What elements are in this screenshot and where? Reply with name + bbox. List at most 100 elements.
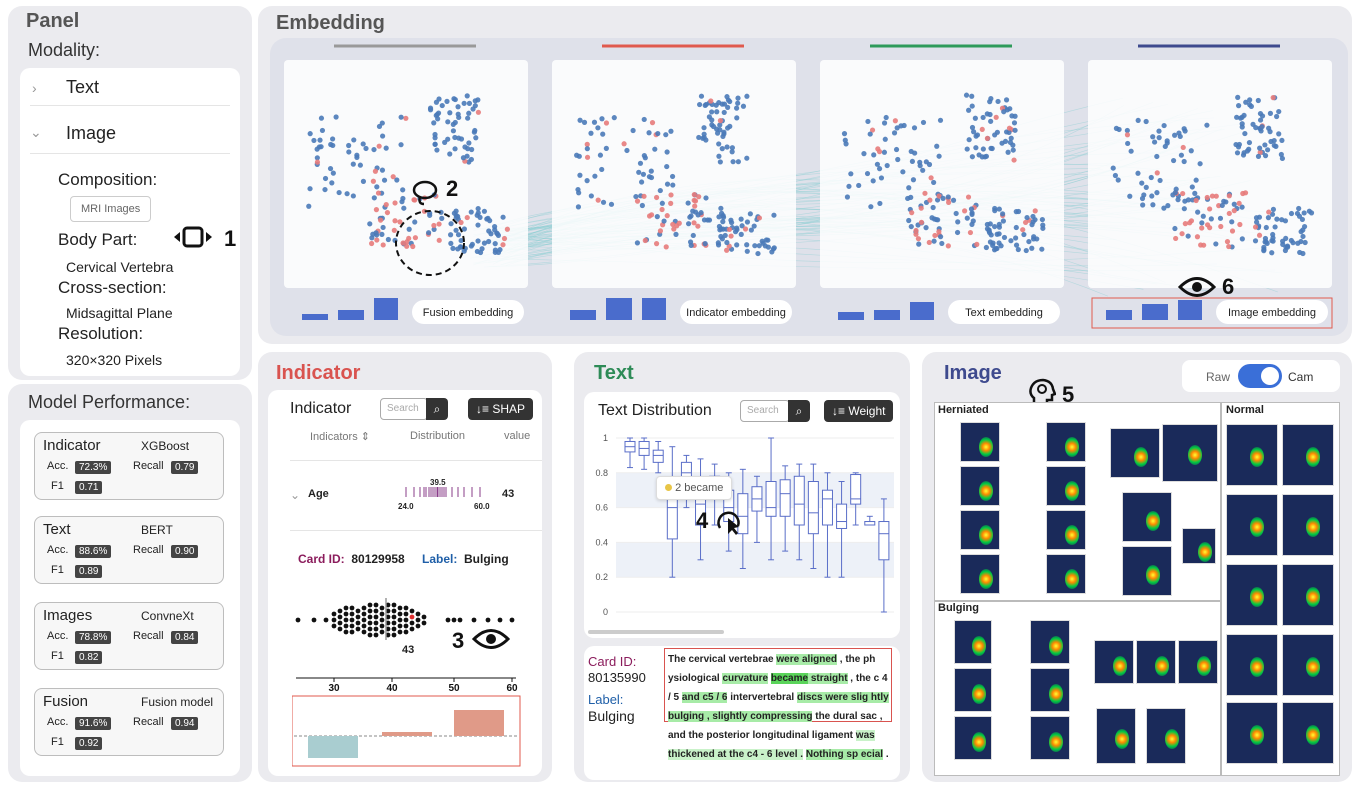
mri-thumbnail[interactable] (954, 668, 992, 712)
scrollbar[interactable] (588, 630, 724, 634)
text-search-button[interactable]: ⌕ (788, 400, 810, 422)
cam-heatmap (979, 525, 993, 545)
search-icon: ⌕ (795, 404, 803, 418)
raw-cam-toggle[interactable] (1238, 364, 1282, 388)
search-icon: ⌕ (433, 402, 441, 416)
indicator-row-age[interactable]: ⌄ Age 39.5 24.0 60.0 43 (290, 472, 542, 522)
highlighted-token[interactable]: curvature (722, 673, 769, 684)
recall-badge: 0.79 (171, 461, 199, 474)
boxplot-box[interactable] (878, 498, 890, 613)
distribution-ticks (405, 487, 481, 497)
card-id: Card ID: 80129958 (298, 552, 405, 566)
recall-label: Recall (133, 460, 164, 472)
boxplot-box[interactable] (624, 437, 636, 469)
eye-icon (472, 629, 510, 649)
distribution-min: 24.0 (398, 502, 414, 511)
recall-label: Recall (133, 544, 164, 556)
toggle-knob (1261, 367, 1279, 385)
embedding-title: Embedding (276, 12, 385, 34)
boxplot-box[interactable] (864, 515, 876, 526)
performance-card-indicator[interactable]: Indicator XGBoost Acc. 72.3% Recall 0.79… (34, 432, 224, 500)
resolution-value: 320×320 Pixels (66, 352, 163, 368)
cam-heatmap (1115, 728, 1129, 749)
mri-thumbnail[interactable] (1282, 634, 1334, 696)
cam-heatmap (1306, 656, 1321, 677)
mri-thumbnail[interactable] (1282, 702, 1334, 764)
mri-thumbnail[interactable] (1226, 494, 1278, 556)
body-part-value: Cervical Vertebra (66, 259, 174, 275)
mri-thumbnail[interactable] (1226, 424, 1278, 486)
mri-thumbnail[interactable] (1136, 640, 1176, 684)
mri-thumbnail[interactable] (960, 422, 1000, 462)
mri-thumbnail[interactable] (1030, 620, 1070, 664)
mri-thumbnail[interactable] (1282, 494, 1334, 556)
cam-heatmap (1049, 636, 1063, 657)
mri-thumbnail[interactable] (954, 620, 992, 664)
divider (290, 460, 542, 461)
highlighted-token[interactable]: were aligned (776, 654, 837, 665)
boxplot-box[interactable] (850, 472, 862, 526)
performance-card-text[interactable]: Text BERT Acc. 88.6% Recall 0.90 F1 0.89 (34, 516, 224, 584)
highlighted-token[interactable]: became (770, 673, 809, 684)
highlighted-token[interactable]: straight (808, 673, 848, 684)
highlighted-token[interactable]: Nothing sp ecial (805, 749, 884, 760)
f1-label: F1 (51, 564, 64, 576)
text-sort-button[interactable]: ↓≡ Weight (824, 400, 894, 422)
mri-thumbnail[interactable] (1046, 466, 1086, 506)
mri-thumbnail[interactable] (1046, 510, 1086, 550)
acc-label: Acc. (47, 716, 69, 728)
mri-thumbnail[interactable] (1096, 708, 1136, 764)
mri-thumbnail[interactable] (1282, 564, 1334, 626)
text-search-input[interactable]: Search (740, 400, 790, 422)
mri-thumbnail[interactable] (1282, 424, 1334, 486)
annotation-1: 1 (224, 226, 237, 251)
model-type: Fusion model (141, 695, 214, 709)
mri-thumbnail[interactable] (1226, 564, 1278, 626)
modality-item-text[interactable]: › Text (30, 74, 230, 106)
mri-thumbnail[interactable] (1122, 492, 1172, 542)
f1-badge: 0.92 (75, 737, 103, 750)
indicator-search-input[interactable]: Search (380, 398, 428, 420)
mri-thumbnail[interactable] (960, 554, 1000, 594)
mri-thumbnail[interactable] (1110, 428, 1160, 478)
eye-icon (1178, 277, 1216, 297)
cam-heatmap (1250, 446, 1265, 467)
mri-thumbnail[interactable] (1046, 554, 1086, 594)
mri-thumbnail[interactable] (1030, 716, 1070, 760)
toggle-raw-label: Raw (1206, 370, 1231, 384)
mri-thumbnail[interactable] (1122, 546, 1172, 596)
mri-thumbnail[interactable] (1182, 528, 1216, 564)
click-icon (717, 511, 740, 535)
boxplot-box[interactable] (652, 440, 664, 474)
modality-heading: Modality: (28, 40, 101, 60)
mri-thumbnail[interactable] (1094, 640, 1134, 684)
mri-thumbnail[interactable] (954, 716, 992, 760)
acc-badge: 91.6% (75, 717, 112, 730)
mri-thumbnail[interactable] (1226, 702, 1278, 764)
mri-thumbnail[interactable] (1046, 422, 1086, 462)
boxplot-box[interactable] (765, 437, 777, 561)
cam-heatmap (979, 569, 993, 589)
mri-thumbnail[interactable] (1146, 708, 1186, 764)
mri-thumbnail[interactable] (1178, 640, 1218, 684)
mri-thumbnail[interactable] (1226, 634, 1278, 696)
mri-thumbnail[interactable] (960, 466, 1000, 506)
indicator-search-button[interactable]: ⌕ (426, 398, 448, 420)
resolution-label: Resolution: (58, 324, 144, 343)
card-id-value: 80129958 (351, 552, 405, 566)
highlighted-token[interactable]: and c5 / 6 (681, 692, 728, 703)
indicator-sort-button[interactable]: ↓≡ SHAP (468, 398, 534, 420)
modality-item-image[interactable]: ⌄ Image (30, 120, 230, 154)
column-indicators[interactable]: Indicators ⇕ (310, 430, 370, 443)
model-name: Indicator (43, 437, 101, 454)
mri-thumbnail[interactable] (1030, 668, 1070, 712)
acc-badge: 78.8% (75, 631, 112, 644)
boxplot-box[interactable] (638, 437, 650, 470)
mri-thumbnail[interactable] (960, 510, 1000, 550)
scroll-horizontal-icon (174, 226, 212, 248)
mri-thumbnail[interactable] (1162, 424, 1218, 482)
composition-chip[interactable]: MRI Images (70, 196, 152, 222)
performance-card-fusion[interactable]: Fusion Fusion model Acc. 91.6% Recall 0.… (34, 688, 224, 756)
performance-card-images[interactable]: Images ConvneXt Acc. 78.8% Recall 0.84 F… (34, 602, 224, 670)
cam-heatmap (1197, 656, 1211, 677)
